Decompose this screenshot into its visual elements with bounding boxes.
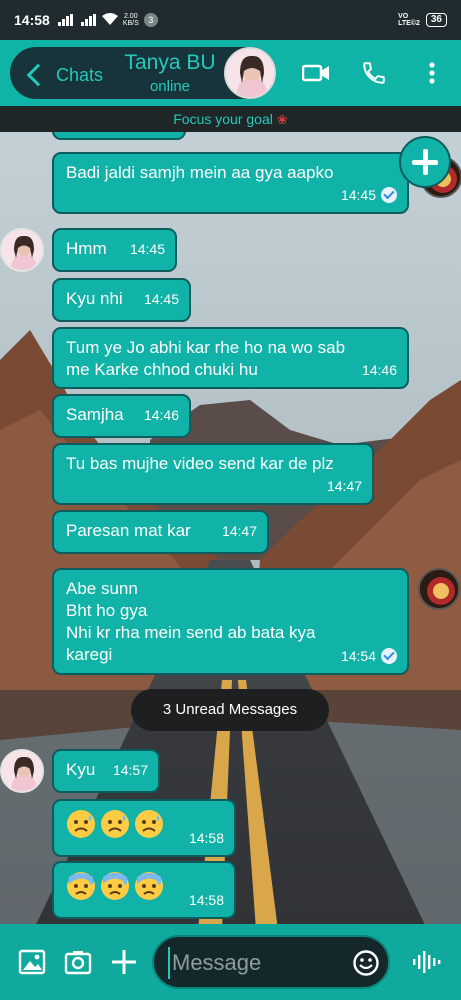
message-meta: 14:45 bbox=[341, 184, 397, 206]
message-bubble[interactable]: Abe sunn Bht ho gya Nhi kr rha mein send… bbox=[52, 568, 409, 675]
message-meta: 14:47 bbox=[327, 475, 362, 497]
message-bubble[interactable]: Kyu nhi 14:45 bbox=[52, 278, 191, 322]
message-time: 14:58 bbox=[188, 830, 224, 846]
message-meta: 14:54 bbox=[341, 645, 397, 667]
status-time: 14:58 bbox=[14, 12, 50, 28]
phone-icon bbox=[363, 62, 385, 84]
sad-sweat-face-icon bbox=[134, 809, 164, 839]
video-call-button[interactable] bbox=[287, 50, 345, 96]
message-time: 14:57 bbox=[112, 762, 148, 778]
voice-wave-icon bbox=[413, 951, 441, 973]
message-meta: 14:46 bbox=[362, 359, 397, 381]
message-meta: 14:45 bbox=[130, 238, 165, 260]
add-icon[interactable] bbox=[399, 136, 451, 188]
attach-button[interactable] bbox=[108, 946, 140, 978]
message-time: 14:45 bbox=[129, 241, 165, 257]
more-vert-icon bbox=[429, 62, 435, 84]
message-bubble[interactable]: Kyu 14:57 bbox=[52, 749, 160, 793]
message-time: 14:58 bbox=[188, 892, 224, 908]
emoji-icon bbox=[353, 950, 379, 976]
sad-sweat-face-icon bbox=[66, 809, 96, 839]
message-text: Tum ye Jo abhi kar rhe ho na wo sab me K… bbox=[66, 338, 346, 379]
voice-record-button[interactable] bbox=[410, 946, 442, 978]
message-time: 14:47 bbox=[221, 523, 257, 539]
header-actions bbox=[287, 50, 461, 96]
message-bubble[interactable]: Paresan mat kar 14:47 bbox=[52, 510, 269, 554]
voice-call-button[interactable] bbox=[345, 50, 403, 96]
unread-divider: 3 Unread Messages bbox=[131, 689, 329, 731]
composer-bar bbox=[0, 924, 461, 1000]
back-button[interactable]: Chats bbox=[22, 59, 112, 91]
contact-message-avatar[interactable] bbox=[0, 749, 44, 793]
signal-icon bbox=[57, 14, 73, 26]
signal-icon-2 bbox=[80, 14, 96, 26]
message-time: 14:47 bbox=[326, 478, 362, 494]
message-input-container bbox=[152, 935, 390, 989]
my-avatar[interactable] bbox=[418, 568, 460, 610]
video-call-icon bbox=[302, 64, 329, 82]
message-meta: 14:46 bbox=[144, 404, 179, 426]
volte-bottom: LTE©2 bbox=[398, 20, 420, 27]
message-time: 14:46 bbox=[143, 407, 179, 423]
message-bubble[interactable]: Tum ye Jo abhi kar rhe ho na wo sab me K… bbox=[52, 327, 409, 389]
message-text: Badi jaldi samjh mein aa gya aapko bbox=[66, 163, 334, 182]
camera-button[interactable] bbox=[62, 946, 94, 978]
volte-indicator: VO LTE©2 bbox=[398, 13, 420, 27]
anxious-sweat-face-icon bbox=[100, 871, 130, 901]
message-bubble[interactable]: 14:58 bbox=[52, 799, 236, 857]
message-time: 14:45 bbox=[143, 291, 179, 307]
net-speed-unit: KB/S bbox=[122, 20, 139, 27]
focus-text: Focus your goal bbox=[173, 111, 273, 127]
message-time: 14:46 bbox=[361, 362, 397, 378]
wifi-icon bbox=[101, 12, 118, 28]
focus-banner: Focus your goal ❀ bbox=[0, 106, 461, 132]
plus-icon bbox=[112, 950, 136, 974]
message-meta: 14:45 bbox=[144, 288, 179, 310]
message-meta: 14:58 bbox=[189, 827, 224, 849]
more-options-button[interactable] bbox=[403, 50, 461, 96]
message-list[interactable]: Badi jaldi samjh mein aa gya aapko 14:45… bbox=[0, 132, 461, 924]
message-bubble[interactable]: Badi jaldi samjh mein aa gya aapko 14:45 bbox=[52, 152, 409, 214]
contact-name[interactable]: Tanya BU bbox=[120, 51, 220, 75]
message-meta: 14:58 bbox=[189, 889, 224, 911]
message-input[interactable] bbox=[168, 947, 348, 979]
contact-message-avatar[interactable] bbox=[0, 228, 44, 272]
message-bubble[interactable]: Tu bas mujhe video send kar de plz 14:47 bbox=[52, 443, 374, 505]
read-receipt-icon bbox=[381, 187, 397, 203]
back-label: Chats bbox=[56, 64, 104, 85]
message-time: 14:45 bbox=[340, 187, 376, 203]
status-bar: 14:58 2.00 KB/S 3 VO LTE©2 36 bbox=[0, 0, 461, 40]
sad-sweat-face-icon bbox=[100, 809, 130, 839]
net-speed-value: 2.00 bbox=[123, 13, 138, 20]
gallery-icon bbox=[18, 949, 46, 975]
anxious-sweat-face-icon bbox=[66, 871, 96, 901]
gallery-button[interactable] bbox=[16, 946, 48, 978]
message-bubble-partial[interactable] bbox=[52, 132, 186, 140]
contact-pill: Chats Tanya BU online bbox=[8, 45, 278, 101]
message-meta: 14:47 bbox=[222, 520, 257, 542]
message-bubble[interactable]: Samjha 14:46 bbox=[52, 394, 191, 438]
anxious-sweat-face-icon bbox=[134, 871, 164, 901]
message-bubble[interactable]: Hmm 14:45 bbox=[52, 228, 177, 272]
network-speed: 2.00 KB/S bbox=[123, 13, 139, 27]
rose-icon: ❀ bbox=[276, 112, 288, 127]
contact-status: online bbox=[149, 78, 191, 95]
message-time: 14:54 bbox=[340, 648, 376, 664]
volte-top: VO bbox=[398, 13, 409, 20]
read-receipt-icon bbox=[381, 648, 397, 664]
battery-indicator: 36 bbox=[425, 13, 447, 27]
message-bubble[interactable]: 14:58 bbox=[52, 861, 236, 919]
message-text: Tu bas mujhe video send kar de plz bbox=[66, 454, 334, 473]
notification-count-badge: 3 bbox=[143, 13, 158, 27]
camera-icon bbox=[64, 951, 92, 975]
contact-avatar[interactable] bbox=[224, 47, 276, 99]
emoji-button[interactable] bbox=[352, 949, 380, 977]
chat-header: Chats Tanya BU online bbox=[0, 40, 461, 106]
back-chevron-icon bbox=[26, 63, 50, 87]
message-meta: 14:57 bbox=[113, 759, 148, 781]
